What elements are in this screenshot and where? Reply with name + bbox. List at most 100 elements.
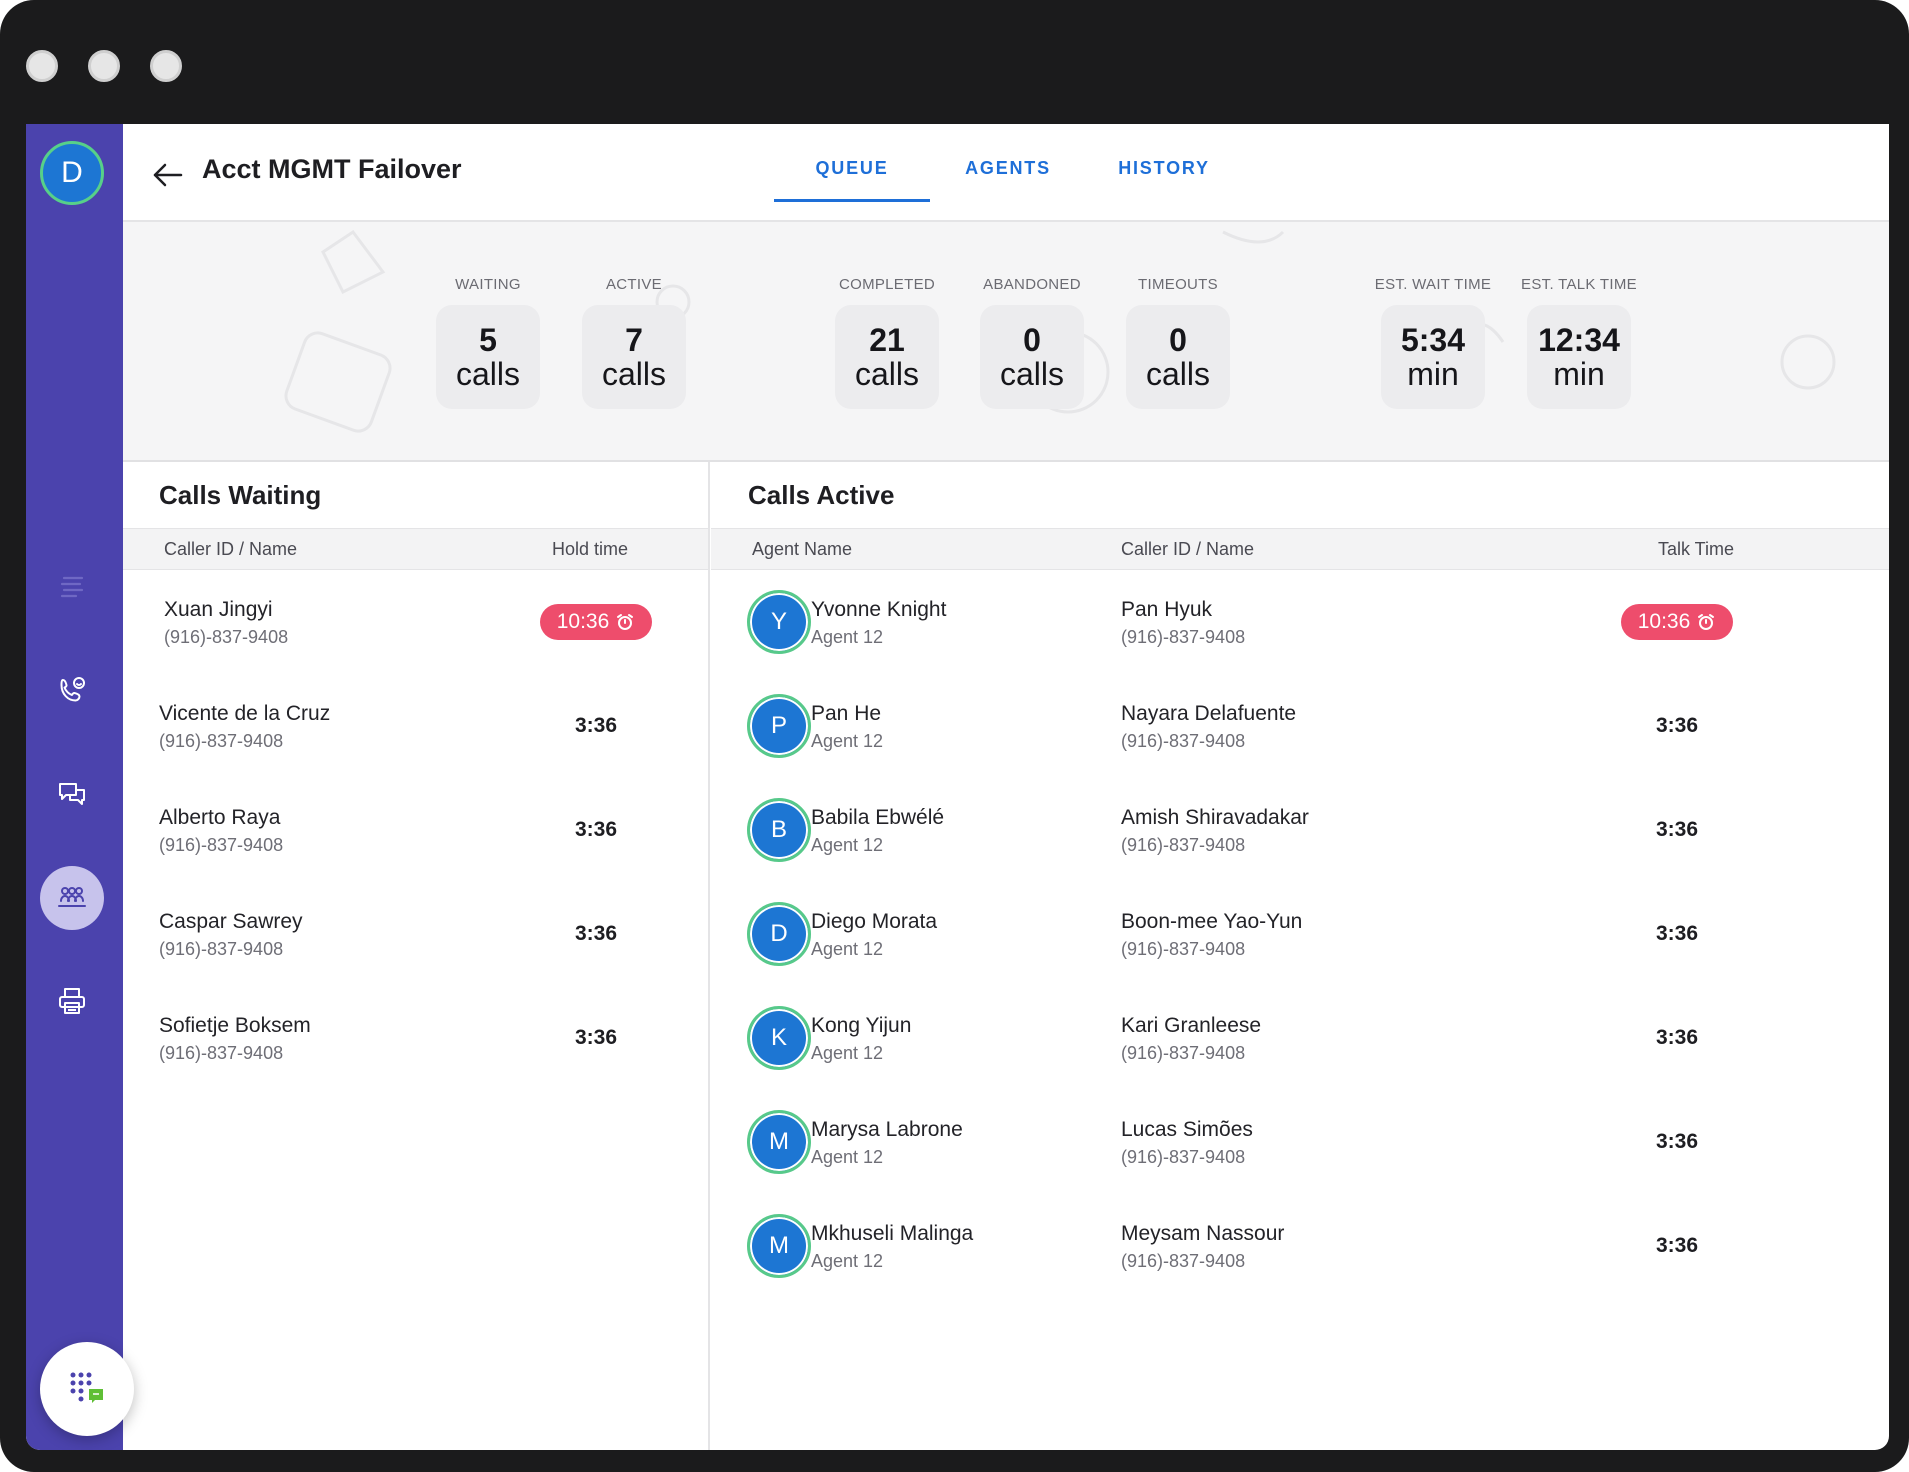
caller-phone: (916)-837-9408 xyxy=(159,939,284,959)
active-row[interactable]: D Diego Morata Agent 12 Boon-mee Yao-Yun… xyxy=(711,882,1889,986)
maximize-window-dot[interactable] xyxy=(150,50,182,82)
app-screen: D Acct MGMT Failover QUEUE AGENTS HISTOR… xyxy=(26,124,1889,1450)
agent-avatar: Y xyxy=(747,590,811,654)
printer-icon[interactable] xyxy=(49,978,95,1024)
stat-active: ACTIVE 7 calls xyxy=(582,276,686,409)
caller-name: Pan Hyuk xyxy=(1121,598,1213,621)
waiting-row[interactable]: Xuan Jingyi (916)-837-9408 10:36 xyxy=(123,570,708,674)
caller-phone: (916)-837-9408 xyxy=(159,1043,284,1063)
caller-phone: (916)-837-9408 xyxy=(164,627,289,647)
stat-est-talk-time-label: EST. TALK TIME xyxy=(1521,276,1637,293)
close-window-dot[interactable] xyxy=(26,50,58,82)
stat-abandoned-unit: calls xyxy=(999,356,1064,392)
timer-alert-icon xyxy=(617,614,634,630)
active-row[interactable]: M Mkhuseli Malinga Agent 12 Meysam Nasso… xyxy=(711,1194,1889,1298)
caller-name: Boon-mee Yao-Yun xyxy=(1121,910,1303,933)
stat-waiting-card: 5 calls xyxy=(436,305,540,409)
agent-label: Agent 12 xyxy=(811,1147,884,1167)
agent-name: Diego Morata xyxy=(811,910,938,933)
caller-phone: (916)-837-9408 xyxy=(1121,1043,1246,1063)
stat-est-wait-time-label: EST. WAIT TIME xyxy=(1374,276,1492,293)
active-row[interactable]: Y Yvonne Knight Agent 12 Pan Hyuk (916)-… xyxy=(711,570,1889,674)
active-row[interactable]: B Babila Ebwélé Agent 12 Amish Shiravada… xyxy=(711,778,1889,882)
user-avatar[interactable]: D xyxy=(40,141,104,205)
talk-time: 3:36 xyxy=(1655,1130,1699,1153)
waiting-row[interactable]: Caspar Sawrey (916)-837-9408 3:36 xyxy=(123,882,708,986)
calls-waiting-header: Caller ID / Name Hold time xyxy=(123,528,708,570)
dialpad-chat-button[interactable] xyxy=(40,1342,134,1436)
tab-bar: QUEUE AGENTS HISTORY xyxy=(774,124,1242,222)
agent-name: Marysa Labrone xyxy=(811,1118,963,1141)
caller-name: Nayara Delafuente xyxy=(1121,702,1297,725)
agent-label: Agent 12 xyxy=(811,1251,884,1271)
hold-time: 10:36 xyxy=(556,610,610,633)
agent-label: Agent 12 xyxy=(811,1043,884,1063)
stat-est-talk-time-card: 12:34 min xyxy=(1527,305,1631,409)
stat-est-wait-time-unit: min xyxy=(1407,356,1459,392)
caller-phone: (916)-837-9408 xyxy=(1121,939,1246,959)
calls-active-header: Agent Name Caller ID / Name Talk Time xyxy=(711,528,1889,570)
page-title: Acct MGMT Failover xyxy=(202,154,462,184)
stat-timeouts-label: TIMEOUTS xyxy=(1138,276,1218,293)
agent-avatar: M xyxy=(747,1110,811,1174)
minimize-window-dot[interactable] xyxy=(88,50,120,82)
stat-active-label: ACTIVE xyxy=(606,276,662,293)
talk-time: 3:36 xyxy=(1655,922,1699,945)
agent-avatar: K xyxy=(747,1006,811,1070)
caller-name: Meysam Nassour xyxy=(1121,1222,1285,1245)
agent-avatar: P xyxy=(747,694,811,758)
stat-abandoned-label: ABANDONED xyxy=(983,276,1081,293)
tab-history[interactable]: HISTORY xyxy=(1086,124,1242,202)
col-hold-time: Hold time xyxy=(552,539,629,559)
waiting-row[interactable]: Alberto Raya (916)-837-9408 3:36 xyxy=(123,778,708,882)
stat-active-unit: calls xyxy=(601,356,666,392)
hold-time: 3:36 xyxy=(574,922,618,945)
waiting-row[interactable]: Sofietje Boksem (916)-837-9408 3:36 xyxy=(123,986,708,1090)
calls-waiting-panel: Calls Waiting Caller ID / Name Hold time… xyxy=(123,462,710,1450)
agent-avatar: M xyxy=(747,1214,811,1278)
active-row[interactable]: M Marysa Labrone Agent 12 Lucas Simões (… xyxy=(711,1090,1889,1194)
talk-time: 3:36 xyxy=(1655,1026,1699,1049)
agent-label: Agent 12 xyxy=(811,835,884,855)
col-caller-id: Caller ID / Name xyxy=(164,539,298,559)
hold-time-alert-badge: 10:36 xyxy=(540,604,652,640)
calls-active-panel: Calls Active Agent Name Caller ID / Name… xyxy=(711,462,1889,1450)
stat-abandoned-value: 0 xyxy=(1023,322,1041,358)
list-icon[interactable] xyxy=(49,562,95,608)
agent-name: Mkhuseli Malinga xyxy=(811,1222,974,1245)
active-row[interactable]: P Pan He Agent 12 Nayara Delafuente (916… xyxy=(711,674,1889,778)
active-row[interactable]: K Kong Yijun Agent 12 Kari Granleese (91… xyxy=(711,986,1889,1090)
caller-phone: (916)-837-9408 xyxy=(1121,731,1246,751)
talk-time: 10:36 xyxy=(1637,610,1691,633)
stat-est-wait-time-value: 5:34 xyxy=(1400,322,1466,358)
agent-name: Yvonne Knight xyxy=(811,598,947,621)
team-icon[interactable] xyxy=(40,866,104,930)
stat-est-talk-time: EST. TALK TIME 12:34 min xyxy=(1521,276,1637,409)
agent-label: Agent 12 xyxy=(811,731,884,751)
agent-name: Pan He xyxy=(811,702,882,725)
back-arrow-icon[interactable] xyxy=(151,158,185,192)
talk-time: 3:36 xyxy=(1655,1234,1699,1257)
tab-agents[interactable]: AGENTS xyxy=(930,124,1086,202)
tab-queue[interactable]: QUEUE xyxy=(774,124,930,202)
stats-band: WAITING 5 calls ACTIVE 7 calls COMPLETED… xyxy=(123,222,1889,462)
stat-est-talk-time-unit: min xyxy=(1553,356,1605,392)
caller-name: Xuan Jingyi xyxy=(164,598,273,621)
stat-timeouts-unit: calls xyxy=(1145,356,1210,392)
talk-time-alert-badge: 10:36 xyxy=(1621,604,1733,640)
stat-est-wait-time: EST. WAIT TIME 5:34 min xyxy=(1375,276,1491,409)
phone-agent-icon[interactable] xyxy=(49,667,95,713)
stat-active-card: 7 calls xyxy=(582,305,686,409)
calls-waiting-title: Calls Waiting xyxy=(159,480,322,510)
col-agent-name: Agent Name xyxy=(752,539,853,559)
waiting-row[interactable]: Vicente de la Cruz (916)-837-9408 3:36 xyxy=(123,674,708,778)
caller-name: Caspar Sawrey xyxy=(159,910,303,933)
hold-time: 3:36 xyxy=(574,714,618,737)
agent-avatar: B xyxy=(747,798,811,862)
caller-phone: (916)-837-9408 xyxy=(159,731,284,751)
page-header: Acct MGMT Failover QUEUE AGENTS HISTORY xyxy=(123,124,1889,222)
stat-waiting-unit: calls xyxy=(455,356,520,392)
col-caller-id: Caller ID / Name xyxy=(1121,539,1255,559)
calls-active-title: Calls Active xyxy=(748,480,895,510)
chat-icon[interactable] xyxy=(49,771,95,817)
